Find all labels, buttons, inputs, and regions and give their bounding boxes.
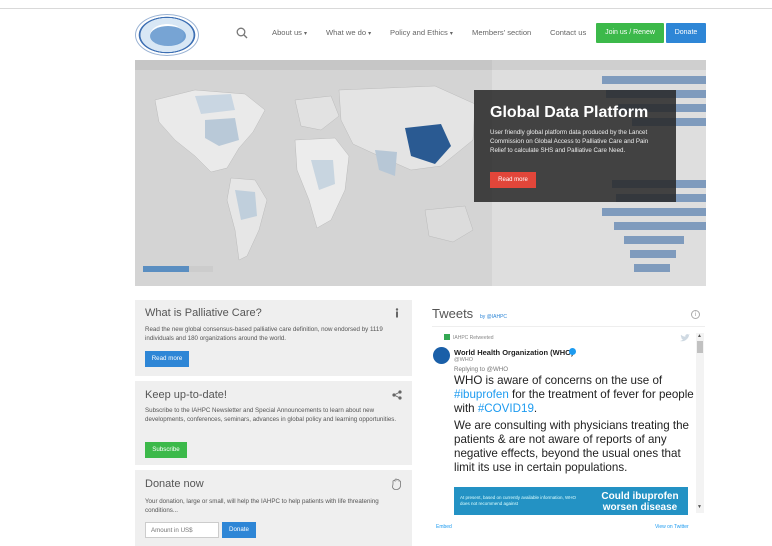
hero-description: User friendly global platform data produ… [490,129,649,155]
palliative-text: Read the new global consensus-based pall… [145,326,383,342]
info-icon [395,308,399,318]
verified-icon [569,348,576,355]
newsletter-title: Keep up-to-date! [145,389,227,401]
nav-label: About us [272,28,302,37]
subscribe-button[interactable]: Subscribe [145,442,187,458]
search-icon[interactable] [236,27,248,39]
tweet-paragraph-1: WHO is aware of concerns on the use of #… [454,374,696,416]
chevron-down-icon: ▾ [303,31,307,37]
tweet-image-headline: Could ibuprofen worsen disease [601,491,679,513]
newsletter-box: Keep up-to-date! Subscribe to the IAHPC … [135,381,412,465]
hand-icon [392,478,401,490]
newsletter-text: Subscribe to the IAHPC Newsletter and Sp… [145,407,397,423]
avatar[interactable] [433,347,450,364]
twitter-bird-icon[interactable] [680,334,690,342]
hashtag-link[interactable]: #COVID19 [478,402,534,415]
tweet-paragraph-2: We are consulting with physicians treati… [454,419,690,474]
hashtag-link[interactable]: #ibuprofen [454,388,509,401]
nav-label: Contact us [550,28,587,37]
tweets-title: Tweets [432,306,474,321]
replying-to: Replying to @WHO [454,366,509,373]
tweet-body: WHO is aware of concerns on the use of #… [454,374,696,475]
retweet-icon [444,334,450,340]
donate-header-button[interactable]: Donate [666,23,706,43]
tweet-author-name[interactable]: World Health Organization (WHO) [454,348,573,357]
top-divider [0,8,772,9]
join-renew-button[interactable]: Join us / Renew [596,23,664,43]
amount-input[interactable] [145,522,219,538]
nav-what-we-do[interactable]: What we do ▾ [326,28,371,37]
retweeted-label: IAHPC Retweeted [453,335,494,341]
scroll-down-icon[interactable]: ▼ [697,504,702,510]
tweets-by-link[interactable]: by @IAHPC [480,314,507,320]
palliative-care-box: What is Palliative Care? Read the new gl… [135,300,412,376]
chevron-down-icon: ▾ [368,31,372,37]
nav-label: Policy and Ethics [390,28,448,37]
tweets-divider [432,326,705,327]
tweet-image-caption: At present, based on currently available… [460,495,577,506]
donate-box-button[interactable]: Donate [222,522,256,538]
logo-globe [150,26,186,46]
hero-read-more-button[interactable]: Read more [490,172,536,188]
world-map-image [135,60,492,286]
donate-text: Your donation, large or small, will help… [145,498,379,514]
chevron-down-icon: ▾ [449,31,453,37]
scrollbar-thumb[interactable] [697,341,703,353]
hero-title: Global Data Platform [490,104,649,121]
donate-title: Donate now [145,478,204,490]
embed-link[interactable]: Embed [436,524,452,530]
tweets-scrollbar[interactable] [696,333,704,513]
nav-members-section[interactable]: Members' section [472,28,531,37]
palliative-read-more-button[interactable]: Read more [145,351,189,367]
tweet-image[interactable]: At present, based on currently available… [454,487,688,515]
iahpc-logo[interactable] [135,14,199,56]
nav-contact-us[interactable]: Contact us [550,28,586,37]
tweet-author-handle[interactable]: @WHO [454,357,473,363]
info-icon[interactable]: i [691,310,700,319]
view-on-twitter-link[interactable]: View on Twitter [655,524,689,530]
tweet-text: . [533,402,538,415]
share-icon[interactable] [392,390,402,400]
nav-about-us[interactable]: About us ▾ [272,28,307,37]
tweet-text: WHO is aware of concerns on the use of [454,374,663,387]
nav-policy-ethics[interactable]: Policy and Ethics ▾ [390,28,453,37]
nav-label: What we do [326,28,367,37]
scroll-up-icon[interactable]: ▲ [697,333,702,339]
palliative-title: What is Palliative Care? [145,307,262,319]
nav-label: Members' section [472,28,532,37]
